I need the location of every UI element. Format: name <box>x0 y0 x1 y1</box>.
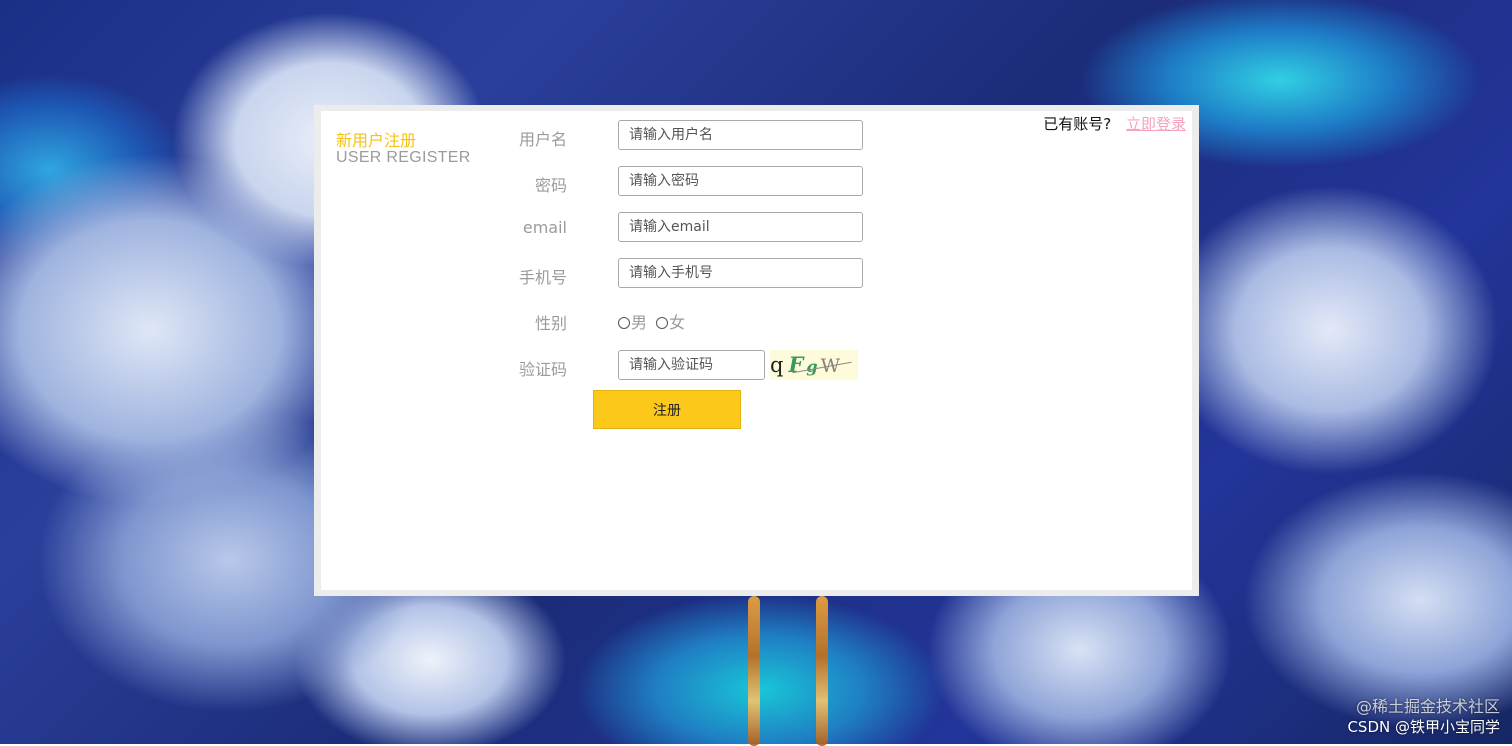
captcha-char: q <box>770 353 783 377</box>
phone-label: 手机号 <box>501 264 567 288</box>
gender-label: 性别 <box>501 310 567 334</box>
username-label: 用户名 <box>501 126 567 150</box>
gender-option-female[interactable]: 女 <box>656 313 685 332</box>
username-input[interactable] <box>618 120 863 150</box>
register-button[interactable]: 注册 <box>593 390 741 429</box>
title-english: USER REGISTER <box>336 149 471 167</box>
captcha-input[interactable] <box>618 350 765 380</box>
captcha-char: g <box>806 357 817 376</box>
captcha-image[interactable]: qFgW <box>770 350 858 380</box>
email-input[interactable] <box>618 212 863 242</box>
watermark-line1: @稀土掘金技术社区 <box>1347 696 1500 717</box>
watermark: @稀土掘金技术社区 CSDN @铁甲小宝同学 <box>1347 696 1500 738</box>
captcha-label: 验证码 <box>501 356 567 380</box>
radio-icon[interactable] <box>656 317 668 329</box>
register-card: 新用户注册 USER REGISTER 已有账号? 立即登录 用户名 密码 em… <box>321 111 1192 590</box>
decorative-stripe-right <box>816 596 828 746</box>
gender-radio-group: 男 女 <box>618 309 689 333</box>
watermark-line2: CSDN @铁甲小宝同学 <box>1347 717 1500 738</box>
captcha-char: F <box>788 352 803 377</box>
gender-option-label: 女 <box>669 313 685 332</box>
gender-option-label: 男 <box>631 313 647 332</box>
title-chinese: 新用户注册 <box>336 127 416 151</box>
login-link[interactable]: 立即登录 <box>1126 115 1186 133</box>
phone-input[interactable] <box>618 258 863 288</box>
password-label: 密码 <box>501 172 567 196</box>
gender-option-male[interactable]: 男 <box>618 313 647 332</box>
decorative-stripe-left <box>748 596 760 746</box>
login-prompt-text: 已有账号? <box>1043 115 1111 133</box>
email-label: email <box>501 218 567 237</box>
login-prompt: 已有账号? 立即登录 <box>1043 113 1186 134</box>
radio-icon[interactable] <box>618 317 630 329</box>
password-input[interactable] <box>618 166 863 196</box>
